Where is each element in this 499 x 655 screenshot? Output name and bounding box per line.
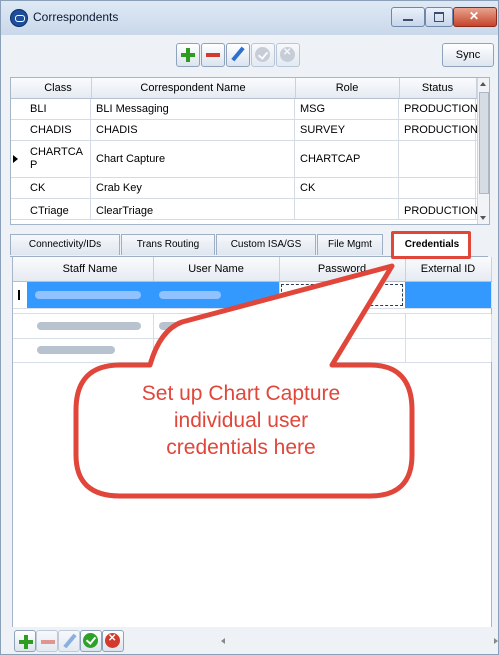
callout-line: individual user: [173, 409, 309, 432]
callout-line: credentials here: [166, 436, 316, 459]
callout-line: Set up Chart Capture: [141, 382, 341, 405]
callout-bubble: [73, 263, 415, 499]
callout-text: Set up Chart Capture individual user cre…: [96, 380, 386, 461]
